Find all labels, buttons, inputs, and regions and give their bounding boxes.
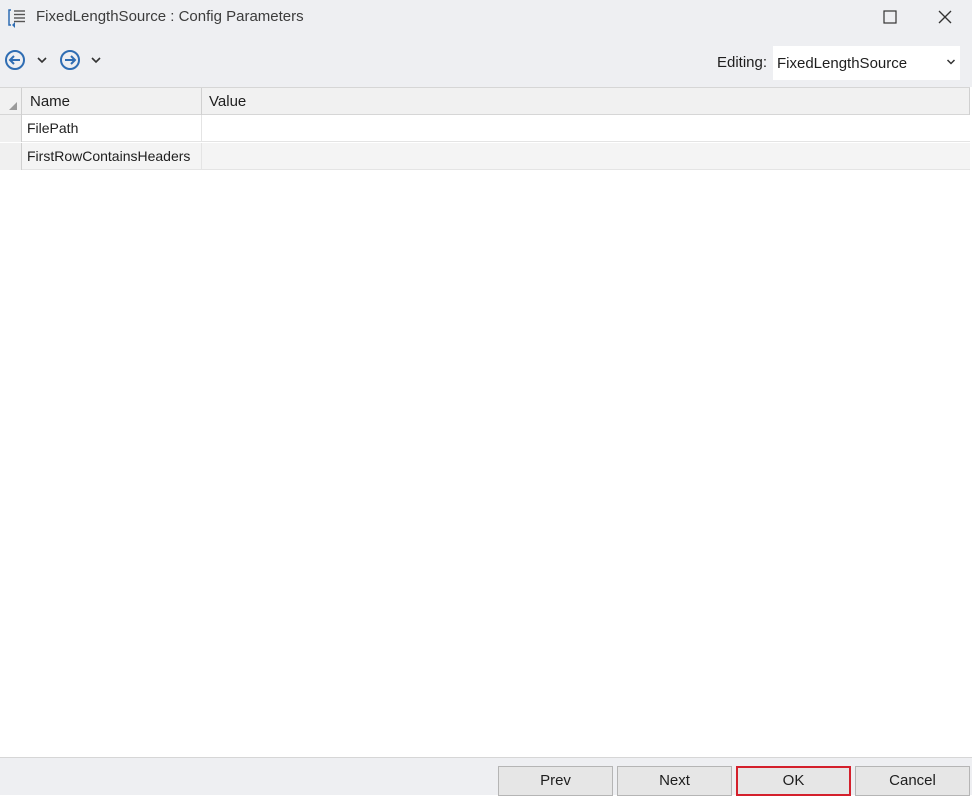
maximize-icon [883,10,897,24]
close-button[interactable] [922,0,968,34]
arrow-left-circle-icon[interactable] [4,49,26,71]
prev-button[interactable]: Prev [498,766,613,796]
row-selector[interactable] [0,143,22,170]
column-header-name[interactable]: Name [22,88,202,115]
toolbar: Editing: FixedLengthSource [0,34,972,87]
table-row[interactable]: FirstRowContainsHeaders [0,143,970,170]
column-header-value[interactable]: Value [202,88,970,115]
title-bar: FixedLengthSource : Config Parameters [0,0,972,34]
parameter-value-cell[interactable] [202,143,970,170]
table-row[interactable]: FilePath [0,115,970,142]
row-selector[interactable] [0,115,22,142]
parameter-value-cell[interactable] [202,115,970,142]
editing-select[interactable]: FixedLengthSource [773,46,960,80]
grid-corner[interactable] [0,88,22,115]
parameters-grid: Name Value FilePath FirstRowContainsHead… [0,87,972,757]
parameter-name-cell: FirstRowContainsHeaders [22,143,202,170]
chevron-down-icon[interactable] [36,55,48,65]
editing-select-value: FixedLengthSource [777,55,908,72]
footer-bar: Prev Next OK Cancel [0,757,972,796]
close-icon [938,10,952,24]
ok-button[interactable]: OK [736,766,851,796]
chevron-down-icon [946,59,956,65]
arrow-right-circle-icon[interactable] [59,49,81,71]
grid-header: Name Value [0,87,970,115]
config-list-icon [8,9,25,28]
next-button[interactable]: Next [617,766,732,796]
window-title: FixedLengthSource : Config Parameters [36,8,304,25]
parameter-name-cell: FilePath [22,115,202,142]
editing-label: Editing: [717,54,768,71]
sort-corner-icon [9,102,17,110]
maximize-button[interactable] [867,0,913,34]
chevron-down-icon[interactable] [90,55,102,65]
cancel-button[interactable]: Cancel [855,766,970,796]
